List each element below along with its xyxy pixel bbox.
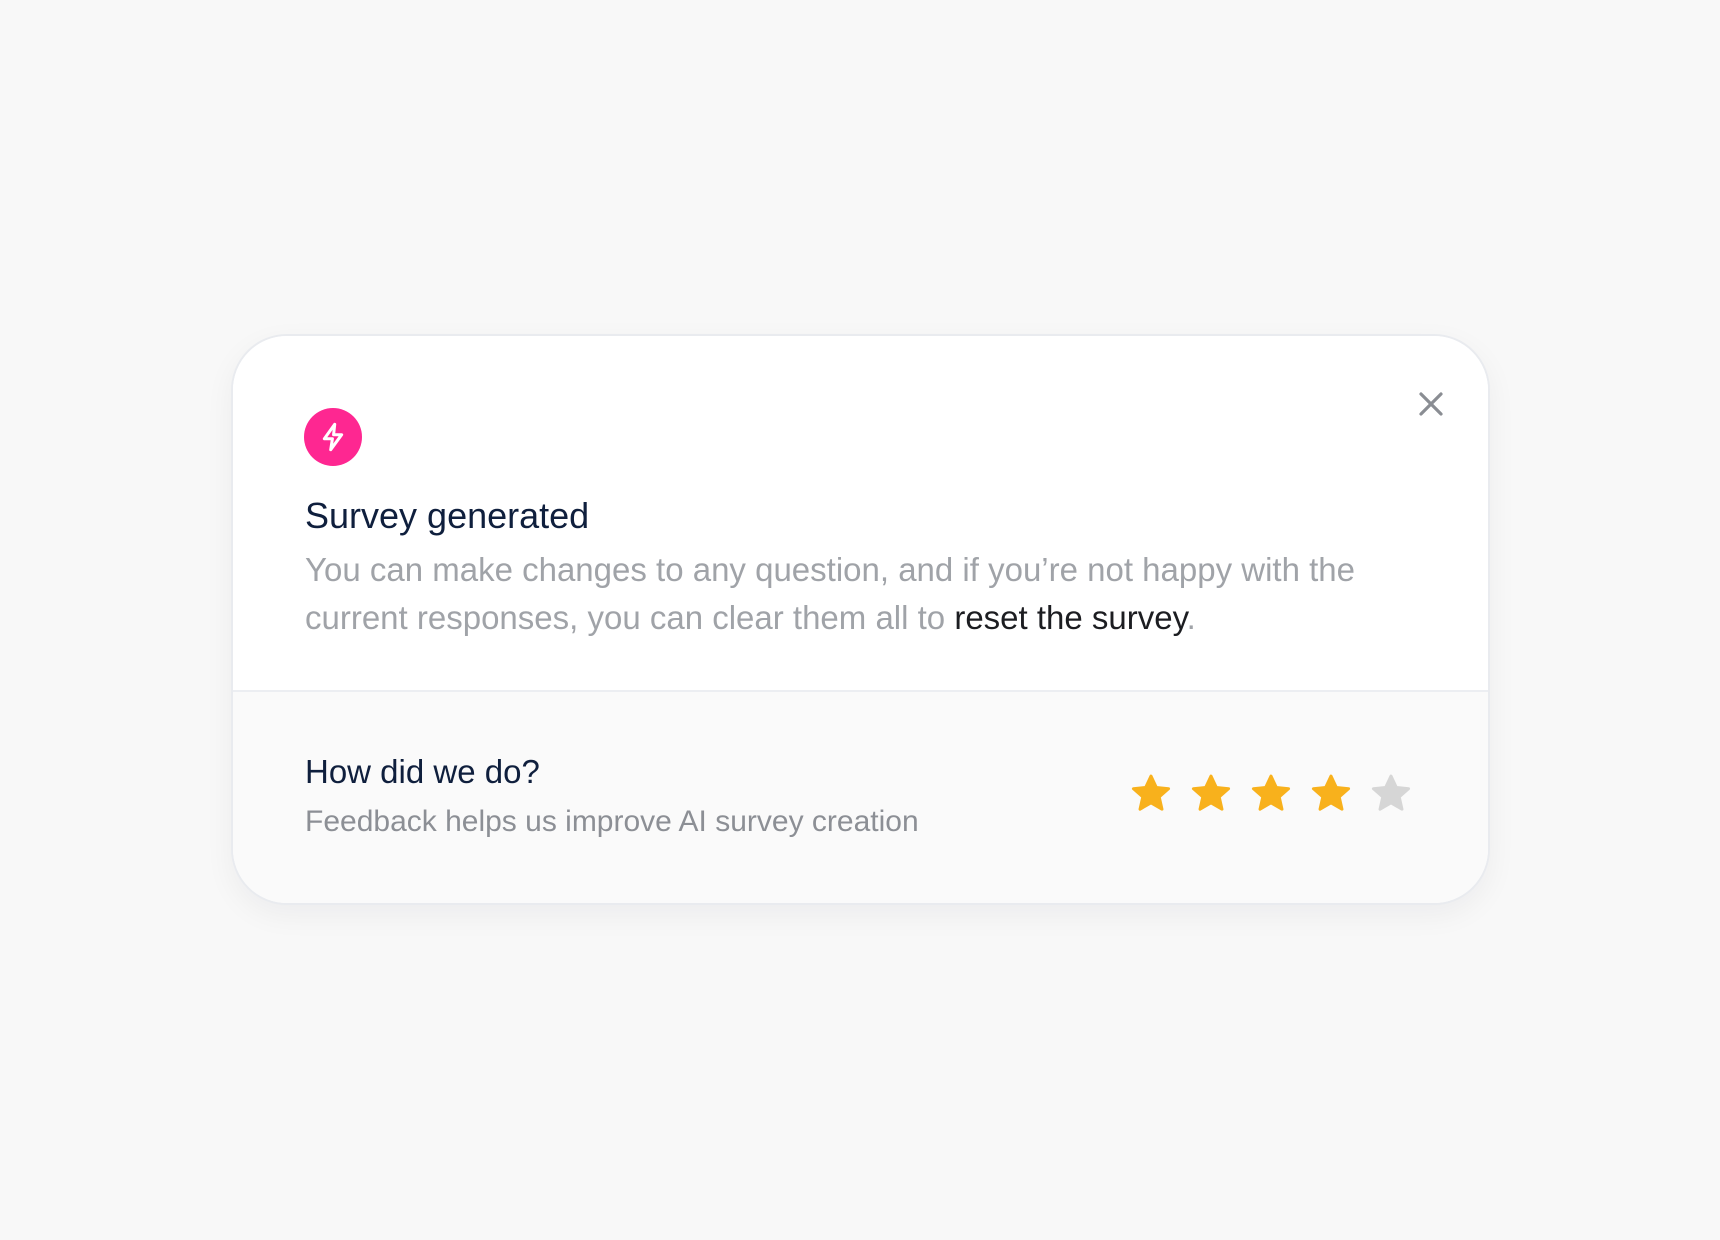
lightning-badge — [304, 408, 362, 466]
description-period: . — [1186, 599, 1196, 636]
star-filled-icon[interactable] — [1249, 772, 1293, 816]
description-text: You can make changes to any question, an… — [305, 551, 1355, 636]
dialog-description: You can make changes to any question, an… — [305, 546, 1415, 642]
star-filled-icon[interactable] — [1129, 772, 1173, 816]
feedback-subtitle: Feedback helps us improve AI survey crea… — [305, 805, 919, 838]
reset-survey-link[interactable]: reset the survey — [954, 599, 1186, 636]
dialog-title: Survey generated — [305, 495, 590, 536]
close-button[interactable] — [1409, 382, 1453, 426]
feedback-title: How did we do? — [305, 753, 540, 790]
close-icon[interactable] — [1418, 391, 1444, 417]
feedback-section: How did we do? Feedback helps us improve… — [233, 692, 1488, 903]
star-rating — [1129, 772, 1413, 816]
card-header-section: Survey generated You can make changes to… — [233, 336, 1488, 690]
star-filled-icon[interactable] — [1189, 772, 1233, 816]
star-empty-icon[interactable] — [1369, 772, 1413, 816]
star-filled-icon[interactable] — [1309, 772, 1353, 816]
survey-generated-card: Survey generated You can make changes to… — [231, 334, 1490, 905]
lightning-bolt-icon — [322, 422, 344, 452]
